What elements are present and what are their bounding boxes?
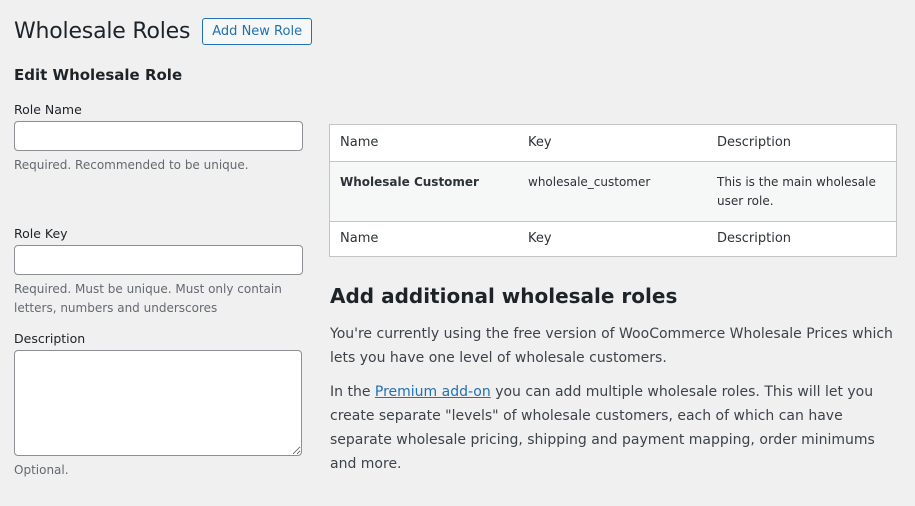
promo-paragraph-free-version: You're currently using the free version …	[330, 326, 893, 366]
role-name-input[interactable]	[14, 121, 303, 151]
description-field-group: Description Optional.	[14, 331, 302, 480]
promo-heading: Add additional wholesale roles	[330, 284, 678, 308]
column-header-key: Key	[518, 125, 707, 162]
description-textarea[interactable]	[14, 350, 302, 456]
page-title: Wholesale Roles	[14, 19, 191, 44]
role-key-field-group: Role Key Required. Must be unique. Must …	[14, 226, 304, 318]
upgrade-promo: Add additional wholesale roles You're cu…	[330, 284, 905, 486]
role-name-cell[interactable]: Wholesale Customer	[330, 161, 518, 221]
footer-header-description: Description	[707, 220, 896, 256]
role-key-label: Role Key	[14, 226, 68, 241]
promo-paragraph-premium: In the Premium add-on you can add multip…	[330, 380, 905, 476]
role-key-cell: wholesale_customer	[518, 161, 707, 221]
promo-text-prefix: In the	[330, 384, 375, 400]
page-header: Wholesale Roles Add New Role	[14, 18, 313, 45]
roles-table: Name Key Description Wholesale Customer …	[329, 124, 897, 257]
role-key-input[interactable]	[14, 245, 303, 275]
add-new-role-button[interactable]: Add New Role	[202, 18, 313, 45]
table-footer-row: Name Key Description	[330, 220, 896, 256]
role-description-cell: This is the main wholesale user role.	[707, 161, 896, 221]
description-help: Optional.	[14, 463, 69, 477]
role-name-help: Required. Recommended to be unique.	[14, 158, 249, 172]
description-label: Description	[14, 331, 86, 346]
column-header-description: Description	[707, 125, 896, 162]
form-heading: Edit Wholesale Role	[14, 66, 183, 84]
edit-role-form: Edit Wholesale Role Role Name Required. …	[14, 66, 304, 477]
column-header-name: Name	[330, 125, 518, 162]
table-header-row: Name Key Description	[330, 125, 896, 162]
footer-header-key: Key	[518, 220, 707, 256]
table-row[interactable]: Wholesale Customer wholesale_customer Th…	[330, 161, 896, 221]
role-name-label: Role Name	[14, 102, 82, 117]
role-name-field-group: Role Name Required. Recommended to be un…	[14, 102, 304, 175]
role-key-help: Required. Must be unique. Must only cont…	[14, 282, 282, 315]
footer-header-name: Name	[330, 220, 518, 256]
premium-addon-link[interactable]: Premium add-on	[375, 384, 491, 400]
